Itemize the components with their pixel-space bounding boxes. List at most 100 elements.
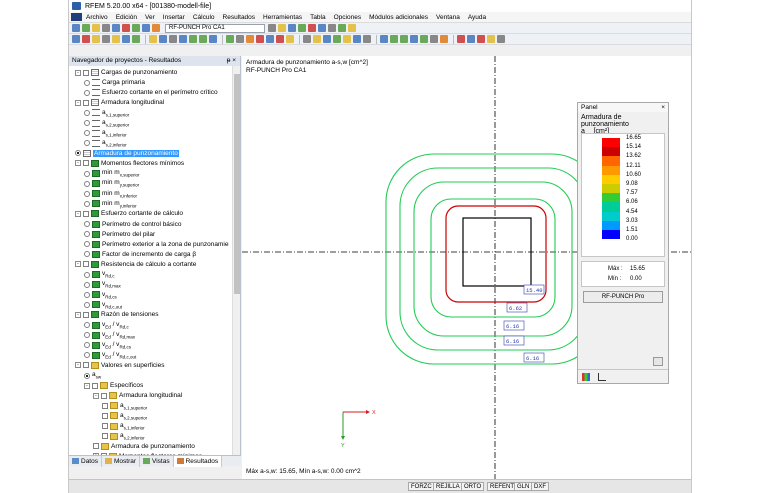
tree-item[interactable]: Perímetro exterior a la zona de punzonam… [84,240,229,249]
menu-3[interactable]: Insertar [163,14,185,21]
menu-8[interactable]: Opciones [334,14,361,21]
toolbar2-button-21-icon[interactable] [303,35,311,43]
toolbar-button-4-icon[interactable] [112,24,120,32]
radio-button[interactable] [84,372,90,379]
radio-button[interactable] [75,150,81,157]
toolbar2-button-27-icon[interactable] [363,35,371,43]
tree-item[interactable]: as,2,superior [102,411,147,420]
toolbar2-button-11-icon[interactable] [189,35,197,43]
toolbar-button-3-icon[interactable] [102,24,110,32]
expand-toggle-icon[interactable]: - [75,362,81,369]
radio-button[interactable] [84,130,90,137]
toolbar-button-6-icon[interactable] [132,24,140,32]
menu-4[interactable]: Cálculo [193,14,215,21]
checkbox[interactable] [101,392,107,399]
toolbar-button-15-icon[interactable] [328,24,336,32]
toolbar2-button-0-icon[interactable] [72,35,80,43]
toolbar2-button-37-icon[interactable] [477,35,485,43]
toolbar-button-1-icon[interactable] [82,24,90,32]
tree-item[interactable]: Perímetro de control básico [84,220,181,229]
tree-item[interactable]: min my,inferior [84,199,137,208]
toolbar2-button-6-icon[interactable] [132,35,140,43]
status-toggle-1[interactable]: REJILLA [433,482,463,491]
toolbar-button-9-icon[interactable] [268,24,276,32]
radio-button[interactable] [84,200,90,207]
toolbar2-button-33-icon[interactable] [430,35,438,43]
menu-11[interactable]: Ayuda [468,14,486,21]
radio-button[interactable] [84,251,90,258]
load-case-combo[interactable]: RF-PUNCH Pro CA1 [165,23,265,33]
checkbox[interactable] [83,362,89,369]
tree-item[interactable]: vRd,c [84,270,115,279]
toolbar-button-13-icon[interactable] [308,24,316,32]
tree-item[interactable]: - Esfuerzo cortante de cálculo [75,209,183,218]
toolbar2-button-30-icon[interactable] [400,35,408,43]
tree-item[interactable]: - Momentos flectores mínimos [75,159,184,168]
tree-item[interactable]: Factor de incremento de carga β [84,250,196,259]
expand-toggle-icon[interactable]: - [75,160,81,167]
tree-item[interactable]: vEd / vRd,c [84,321,129,330]
toolbar2-button-2-icon[interactable] [92,35,100,43]
toolbar2-button-3-icon[interactable] [102,35,110,43]
toolbar2-button-5-icon[interactable] [122,35,130,43]
menu-2[interactable]: Ver [145,14,155,21]
toolbar2-button-22-icon[interactable] [313,35,321,43]
tree-item[interactable]: vRd,max [84,280,121,289]
toolbar2-button-28-icon[interactable] [380,35,388,43]
menu-9[interactable]: Módulos adicionales [369,14,428,21]
radio-button[interactable] [84,190,90,197]
tree-item[interactable]: as,1,superior [102,401,147,410]
toolbar2-button-13-icon[interactable] [209,35,217,43]
radio-button[interactable] [84,79,90,86]
color-scale-icon[interactable] [582,372,590,381]
toolbar2-button-32-icon[interactable] [420,35,428,43]
radio-button[interactable] [84,332,90,339]
toolbar2-button-36-icon[interactable] [467,35,475,43]
checkbox[interactable] [83,210,89,217]
radio-button[interactable] [84,352,90,359]
status-toggle-3[interactable]: REFENT [487,482,517,491]
tree-item[interactable]: asw [84,371,101,380]
checkbox[interactable] [102,433,108,440]
toolbar2-button-14-icon[interactable] [226,35,234,43]
toolbar2-button-34-icon[interactable] [440,35,448,43]
navigator-pin-close-icon[interactable]: ᵽ × [227,56,236,66]
toolbar2-button-16-icon[interactable] [246,35,254,43]
toolbar-button-16-icon[interactable] [338,24,346,32]
expand-toggle-icon[interactable]: - [75,99,81,106]
expand-toggle-icon[interactable]: - [75,261,81,268]
radio-button[interactable] [84,109,90,116]
checkbox[interactable] [102,412,108,419]
checkbox[interactable] [102,402,108,409]
tree-item[interactable]: Esfuerzo cortante en el perímetro crític… [84,88,218,97]
panel-close-icon[interactable]: × [661,103,665,112]
radio-button[interactable] [84,89,90,96]
navigator-tab-2[interactable]: Vistas [140,455,174,467]
toolbar2-button-10-icon[interactable] [179,35,187,43]
toolbar2-button-25-icon[interactable] [343,35,351,43]
toolbar2-button-1-icon[interactable] [82,35,90,43]
toolbar2-button-4-icon[interactable] [112,35,120,43]
menu-7[interactable]: Tabla [310,14,326,21]
tree-item[interactable]: as,2,inferior [84,139,127,148]
toolbar2-button-15-icon[interactable] [236,35,244,43]
toolbar2-button-12-icon[interactable] [199,35,207,43]
tree-item[interactable]: - Valores en superficies [75,361,164,370]
checkbox[interactable] [83,311,89,318]
checkbox[interactable] [83,99,89,106]
tree-item[interactable]: - Razón de tensiones [75,310,158,319]
toolbar2-button-26-icon[interactable] [353,35,361,43]
radio-button[interactable] [84,291,90,298]
toolbar-button-7-icon[interactable] [142,24,150,32]
menu-10[interactable]: Ventana [436,14,460,21]
navigator-tab-0[interactable]: Datos [69,455,102,467]
toolbar-button-14-icon[interactable] [318,24,326,32]
checkbox[interactable] [93,443,99,450]
rf-punch-pro-button[interactable]: RF-PUNCH Pro [583,291,663,303]
toolbar2-button-7-icon[interactable] [149,35,157,43]
navigator-tab-1[interactable]: Mostrar [102,455,141,467]
scale-factor-icon[interactable] [598,372,606,381]
toolbar-button-11-icon[interactable] [288,24,296,32]
radio-button[interactable] [84,180,90,187]
toolbar-button-8-icon[interactable] [152,24,160,32]
